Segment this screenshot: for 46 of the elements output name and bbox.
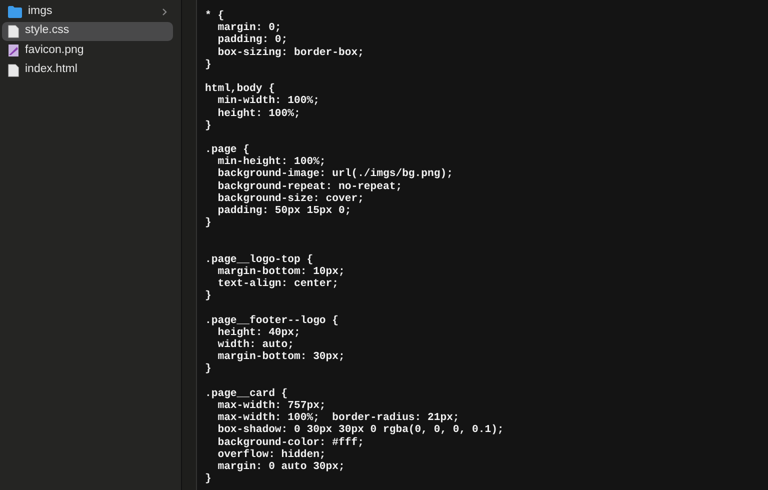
code-line: padding: 50px 15px 0; xyxy=(216,205,352,218)
file-icon xyxy=(8,24,19,38)
code-line: height: 40px; xyxy=(216,326,302,339)
file-name: favicon.png xyxy=(25,42,85,58)
code-line: box-shadow: 0 30px 30px 0 rgba(0, 0, 0, 0.1); xyxy=(216,424,505,437)
code-line: margin: 0; xyxy=(216,22,282,34)
code-line: .page__logo-top { xyxy=(205,254,314,266)
file-tree-item[interactable]: style.css xyxy=(2,22,173,40)
file-icon xyxy=(8,64,19,76)
code-line: .page { xyxy=(205,144,250,156)
code-line: .page__card { xyxy=(205,388,289,400)
code-line: margin-bottom: 30px; xyxy=(216,351,346,364)
code-line: width: auto; xyxy=(216,339,294,352)
code-line: text-align: center; xyxy=(216,278,340,290)
pane-splitter[interactable] xyxy=(181,0,197,490)
code-line: margin: 0 auto 30px; xyxy=(216,460,346,474)
file-name: index.html xyxy=(25,62,78,78)
code-line: min-height: 100%; xyxy=(216,156,327,168)
code-line: max-width: 100%; border-radius: 21px; xyxy=(216,412,460,424)
code-line: html,body { xyxy=(205,83,275,96)
code-line: } xyxy=(205,290,212,302)
file-tree-item[interactable]: index.html xyxy=(2,60,173,80)
file-name: style.css xyxy=(25,23,70,38)
file-name: imgs xyxy=(28,4,54,19)
code-line: } xyxy=(205,217,212,230)
file-tree-item[interactable]: imgs xyxy=(2,2,173,21)
code-line: max-width: 757px; xyxy=(216,400,327,412)
code-line: min-width: 100%; xyxy=(216,95,320,108)
code-line: background-image: url(./imgs/bg.png); xyxy=(216,168,454,181)
code-line: } xyxy=(205,363,212,376)
code-line: .page__footer--logo { xyxy=(205,314,340,327)
code-line: overflow: hidden; xyxy=(216,448,327,461)
code-line: box-sizing: border-box; xyxy=(216,46,365,59)
code-line: background-size: cover; xyxy=(216,192,365,205)
code-line: } xyxy=(205,58,212,71)
code-line: } xyxy=(205,120,212,132)
code-line: margin-bottom: 10px; xyxy=(216,266,346,278)
code-line: height: 100%; xyxy=(216,108,302,120)
code-line: * { xyxy=(205,10,226,22)
code-line: padding: 0; xyxy=(216,34,289,47)
code-line: background-color: #fff; xyxy=(216,436,365,449)
folder-icon xyxy=(8,6,22,18)
code-line: } xyxy=(205,473,212,486)
code-line: background-repeat: no-repeat; xyxy=(216,180,404,193)
image-file-icon xyxy=(8,44,19,57)
file-tree-item[interactable]: favicon.png xyxy=(2,41,173,60)
